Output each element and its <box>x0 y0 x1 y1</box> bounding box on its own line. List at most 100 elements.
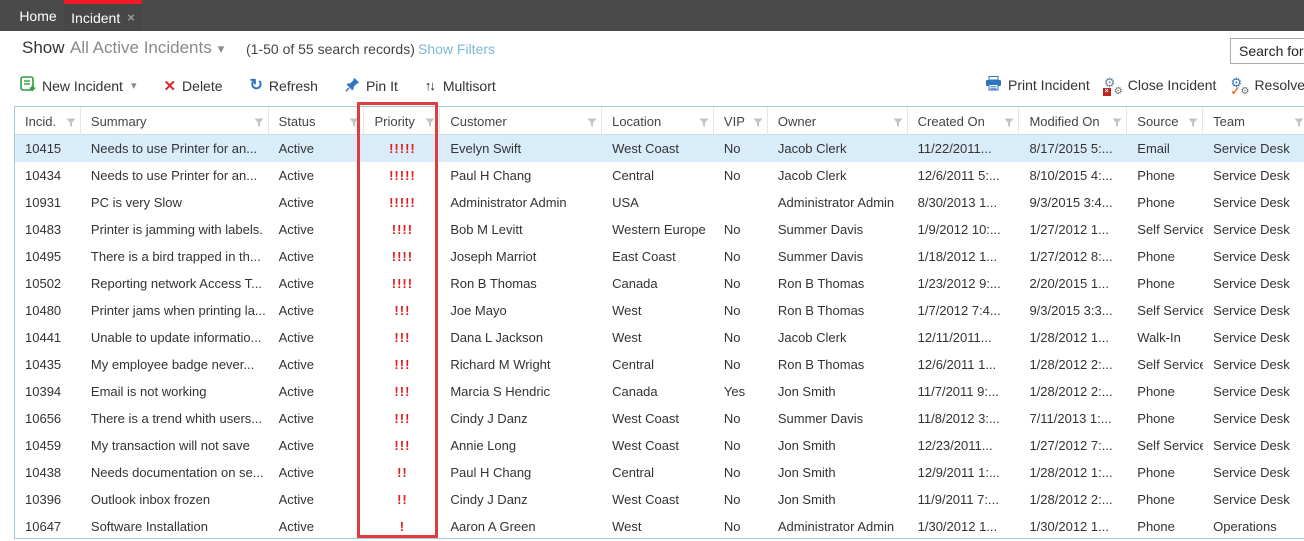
filter-funnel-icon[interactable] <box>1112 116 1122 131</box>
pin-it-button[interactable]: Pin It <box>345 77 398 95</box>
cell: Canada <box>602 270 714 297</box>
column-header-team[interactable]: Team <box>1203 107 1304 135</box>
cell: 1/30/2012 1... <box>908 513 1020 539</box>
cell: Cindy J Danz <box>440 405 602 432</box>
table-row[interactable]: 10459My transaction will not saveActive!… <box>15 432 1304 459</box>
cell: Unable to update informatio... <box>81 324 269 351</box>
column-header-label: Incid. <box>25 114 56 129</box>
column-header-owner[interactable]: Owner <box>768 107 908 135</box>
tab-incident[interactable]: Incident × <box>64 0 142 31</box>
close-incident-gears-icon: ⚙ ⚙ × <box>1103 77 1122 94</box>
column-header-label: Customer <box>450 114 506 129</box>
print-incident-button[interactable]: Print Incident <box>985 76 1090 94</box>
table-row[interactable]: 10441Unable to update informatio...Activ… <box>15 324 1304 351</box>
table-row[interactable]: 10435My employee badge never...Active!!!… <box>15 351 1304 378</box>
cell: Summer Davis <box>768 243 908 270</box>
column-header-customer[interactable]: Customer <box>440 107 602 135</box>
cell: West Coast <box>602 135 714 162</box>
table-row[interactable]: 10502Reporting network Access T...Active… <box>15 270 1304 297</box>
filter-funnel-icon[interactable] <box>66 116 76 131</box>
multisort-button[interactable]: ↑↓ Multisort <box>425 78 496 94</box>
filter-funnel-icon[interactable] <box>753 116 763 131</box>
cell: 12/11/2011... <box>908 324 1020 351</box>
column-header-created-on[interactable]: Created On <box>908 107 1020 135</box>
filter-funnel-icon[interactable] <box>349 116 359 131</box>
table-row[interactable]: 10480Printer jams when printing la...Act… <box>15 297 1304 324</box>
cell: 11/9/2011 7:... <box>908 486 1020 513</box>
cell: 11/8/2012 3:... <box>908 405 1020 432</box>
column-header-status[interactable]: Status <box>269 107 365 135</box>
filter-funnel-icon[interactable] <box>425 116 435 131</box>
table-row[interactable]: 10434Needs to use Printer for an...Activ… <box>15 162 1304 189</box>
cell: Cindy J Danz <box>440 486 602 513</box>
column-header-location[interactable]: Location <box>602 107 714 135</box>
cell: 1/27/2012 7:... <box>1019 432 1127 459</box>
filter-funnel-icon[interactable] <box>587 116 597 131</box>
column-header-summary[interactable]: Summary <box>81 107 269 135</box>
table-row[interactable]: 10483Printer is jamming with labels.Acti… <box>15 216 1304 243</box>
cell: West Coast <box>602 405 714 432</box>
cell: Service Desk <box>1203 324 1304 351</box>
cell: No <box>714 243 768 270</box>
cell: Service Desk <box>1203 189 1304 216</box>
cell: Canada <box>602 378 714 405</box>
cell: There is a trend whith users... <box>81 405 269 432</box>
column-header-incid-[interactable]: Incid. <box>15 107 81 135</box>
table-row[interactable]: 10396Outlook inbox frozenActive!!Cindy J… <box>15 486 1304 513</box>
cell: 10415 <box>15 135 81 162</box>
priority-cell: !!! <box>364 405 440 432</box>
view-dropdown[interactable]: All Active Incidents▾ <box>70 38 224 58</box>
refresh-button[interactable]: ↻ Refresh <box>250 78 318 94</box>
delete-button[interactable]: ✕ Delete <box>163 77 222 95</box>
tab-home[interactable]: Home <box>12 0 64 31</box>
cell: Bob M Levitt <box>440 216 602 243</box>
new-incident-button[interactable]: New Incident ▾ <box>20 76 136 95</box>
table-row[interactable]: 10656There is a trend whith users...Acti… <box>15 405 1304 432</box>
multisort-label: Multisort <box>443 78 496 94</box>
cell: My employee badge never... <box>81 351 269 378</box>
cell: Service Desk <box>1203 270 1304 297</box>
cell: 8/17/2015 5:... <box>1019 135 1127 162</box>
table-row[interactable]: 10438Needs documentation on se...Active!… <box>15 459 1304 486</box>
column-header-source[interactable]: Source <box>1127 107 1203 135</box>
cell: Active <box>269 189 365 216</box>
delete-label: Delete <box>182 78 222 94</box>
cell: No <box>714 513 768 539</box>
filter-funnel-icon[interactable] <box>1004 116 1014 131</box>
chevron-down-icon: ▾ <box>218 41 225 56</box>
chevron-down-icon: ▾ <box>131 79 137 92</box>
filter-funnel-icon[interactable] <box>254 116 264 131</box>
toolbar-left-group: New Incident ▾ ✕ Delete ↻ Refresh Pin It <box>20 76 496 95</box>
cell: Phone <box>1127 513 1203 539</box>
priority-cell: !!! <box>364 324 440 351</box>
cell: Phone <box>1127 243 1203 270</box>
table-row[interactable]: 10931PC is very SlowActive!!!!!Administr… <box>15 189 1304 216</box>
filter-funnel-icon[interactable] <box>699 116 709 131</box>
cell: Active <box>269 216 365 243</box>
table-row[interactable]: 10647Software InstallationActive!Aaron A… <box>15 513 1304 539</box>
column-header-vip[interactable]: VIP <box>714 107 768 135</box>
resolve-incident-button[interactable]: ⚙ ⚙ ✓ Resolve I <box>1229 77 1304 94</box>
tab-close-icon[interactable]: × <box>127 10 135 25</box>
filter-funnel-icon[interactable] <box>1188 116 1198 131</box>
table-row[interactable]: 10415Needs to use Printer for an...Activ… <box>15 135 1304 162</box>
tab-incident-label: Incident <box>71 10 120 26</box>
cell: Joseph Marriot <box>440 243 602 270</box>
cell: Service Desk <box>1203 351 1304 378</box>
table-row[interactable]: 10495There is a bird trapped in th...Act… <box>15 243 1304 270</box>
column-header-modified-on[interactable]: Modified On <box>1019 107 1127 135</box>
search-input[interactable] <box>1230 38 1304 64</box>
cell: 1/28/2012 1... <box>1019 324 1127 351</box>
toolbar: New Incident ▾ ✕ Delete ↻ Refresh Pin It <box>0 76 1304 102</box>
close-incident-button[interactable]: ⚙ ⚙ × Close Incident <box>1103 77 1217 94</box>
cell: Richard M Wright <box>440 351 602 378</box>
column-header-priority[interactable]: Priority <box>364 107 440 135</box>
resolve-gear-check-icon: ⚙ ⚙ ✓ <box>1229 77 1248 94</box>
filter-funnel-icon[interactable] <box>1294 116 1304 131</box>
column-header-label: VIP <box>724 114 745 129</box>
filter-funnel-icon[interactable] <box>893 116 903 131</box>
show-filters-link[interactable]: Show Filters <box>418 41 495 57</box>
table-row[interactable]: 10394Email is not workingActive!!!Marcia… <box>15 378 1304 405</box>
cell: Central <box>602 162 714 189</box>
cell: Jon Smith <box>768 432 908 459</box>
